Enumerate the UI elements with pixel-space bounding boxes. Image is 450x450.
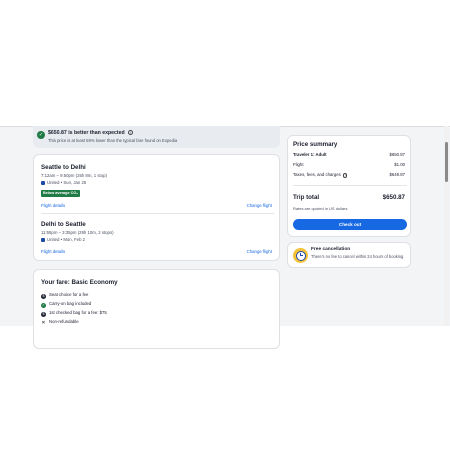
dollar-icon: $ <box>41 311 46 317</box>
fare-item: $1st checked bag for a fee: $75 <box>41 310 107 317</box>
checkout-button[interactable]: Check out <box>293 219 407 230</box>
trip-total-label: Trip total <box>293 194 320 201</box>
info-icon[interactable]: i <box>342 173 348 178</box>
scrollbar-thumb[interactable] <box>445 142 448 182</box>
close-icon: ✕ <box>41 319 46 326</box>
cancellation-title: Free cancellation <box>311 247 351 252</box>
fare-title: Your fare: Basic Economy <box>41 279 118 286</box>
flight-value: $1.00 <box>394 162 405 167</box>
cancellation-card: Free cancellation There's no fee to canc… <box>287 242 411 268</box>
flights-card: Seattle to Delhi 7:12am – 9:50pm (25h 8m… <box>33 154 280 261</box>
dollar-icon: $ <box>41 293 46 299</box>
flight-details-link[interactable]: Flight details <box>41 203 65 208</box>
taxes-label: Taxes, fees, and charges i <box>293 172 348 178</box>
airline-logo-icon <box>41 180 45 185</box>
airline-logo-icon <box>41 237 45 242</box>
trip-total-value: $650.87 <box>382 194 405 201</box>
route-title: Delhi to Seattle <box>41 221 86 228</box>
cancellation-text: There's no fee to cancel within 24 hours… <box>311 254 405 259</box>
change-flight-link[interactable]: Change flight <box>247 249 272 254</box>
flight-label: Flight <box>293 162 304 167</box>
clock-icon <box>293 248 308 263</box>
flight-times: 7:12am – 9:50pm (25h 8m, 1 stop) <box>41 173 107 178</box>
flight-divider <box>41 213 274 214</box>
rates-note: Rates are quoted in US dollars <box>293 206 348 211</box>
airline-info: United • Sun, Jan 25 <box>41 180 86 185</box>
summary-title: Price summary <box>293 141 338 148</box>
check-icon: ✓ <box>41 302 46 308</box>
fare-item: ✕ Non-refundable <box>41 319 79 326</box>
taxes-value: $649.87 <box>389 172 405 177</box>
flight-details-link[interactable]: Flight details <box>41 249 65 254</box>
notice-subtitle: This price is at least 59% lower than th… <box>48 138 178 143</box>
change-flight-link[interactable]: Change flight <box>247 203 272 208</box>
fare-item: ✓ Carry-on bag included <box>41 301 92 308</box>
info-icon[interactable]: i <box>127 130 133 135</box>
airline-info: United • Mon, Feb 2 <box>41 237 85 242</box>
price-tag-icon: ✓ <box>37 131 45 139</box>
price-notice: ✓ $650.87 is better than expected i This … <box>33 126 280 148</box>
summary-divider <box>293 185 407 186</box>
fare-item: $ Seat choice for a fee <box>41 292 89 299</box>
traveler-value: $650.87 <box>389 152 405 157</box>
route-title: Seattle to Delhi <box>41 164 86 171</box>
flight-times: 11:55pm – 3:35pm (29h 10m, 2 stops) <box>41 230 114 235</box>
notice-title: $650.87 is better than expected i <box>48 130 133 136</box>
co2-badge: Below average CO₂ <box>41 190 81 197</box>
fare-card: Your fare: Basic Economy $ Seat choice fo… <box>33 269 280 349</box>
traveler-label: Traveler 1: Adult <box>293 152 327 157</box>
price-summary-card: Price summary Traveler 1: Adult $650.87 … <box>287 135 411 237</box>
